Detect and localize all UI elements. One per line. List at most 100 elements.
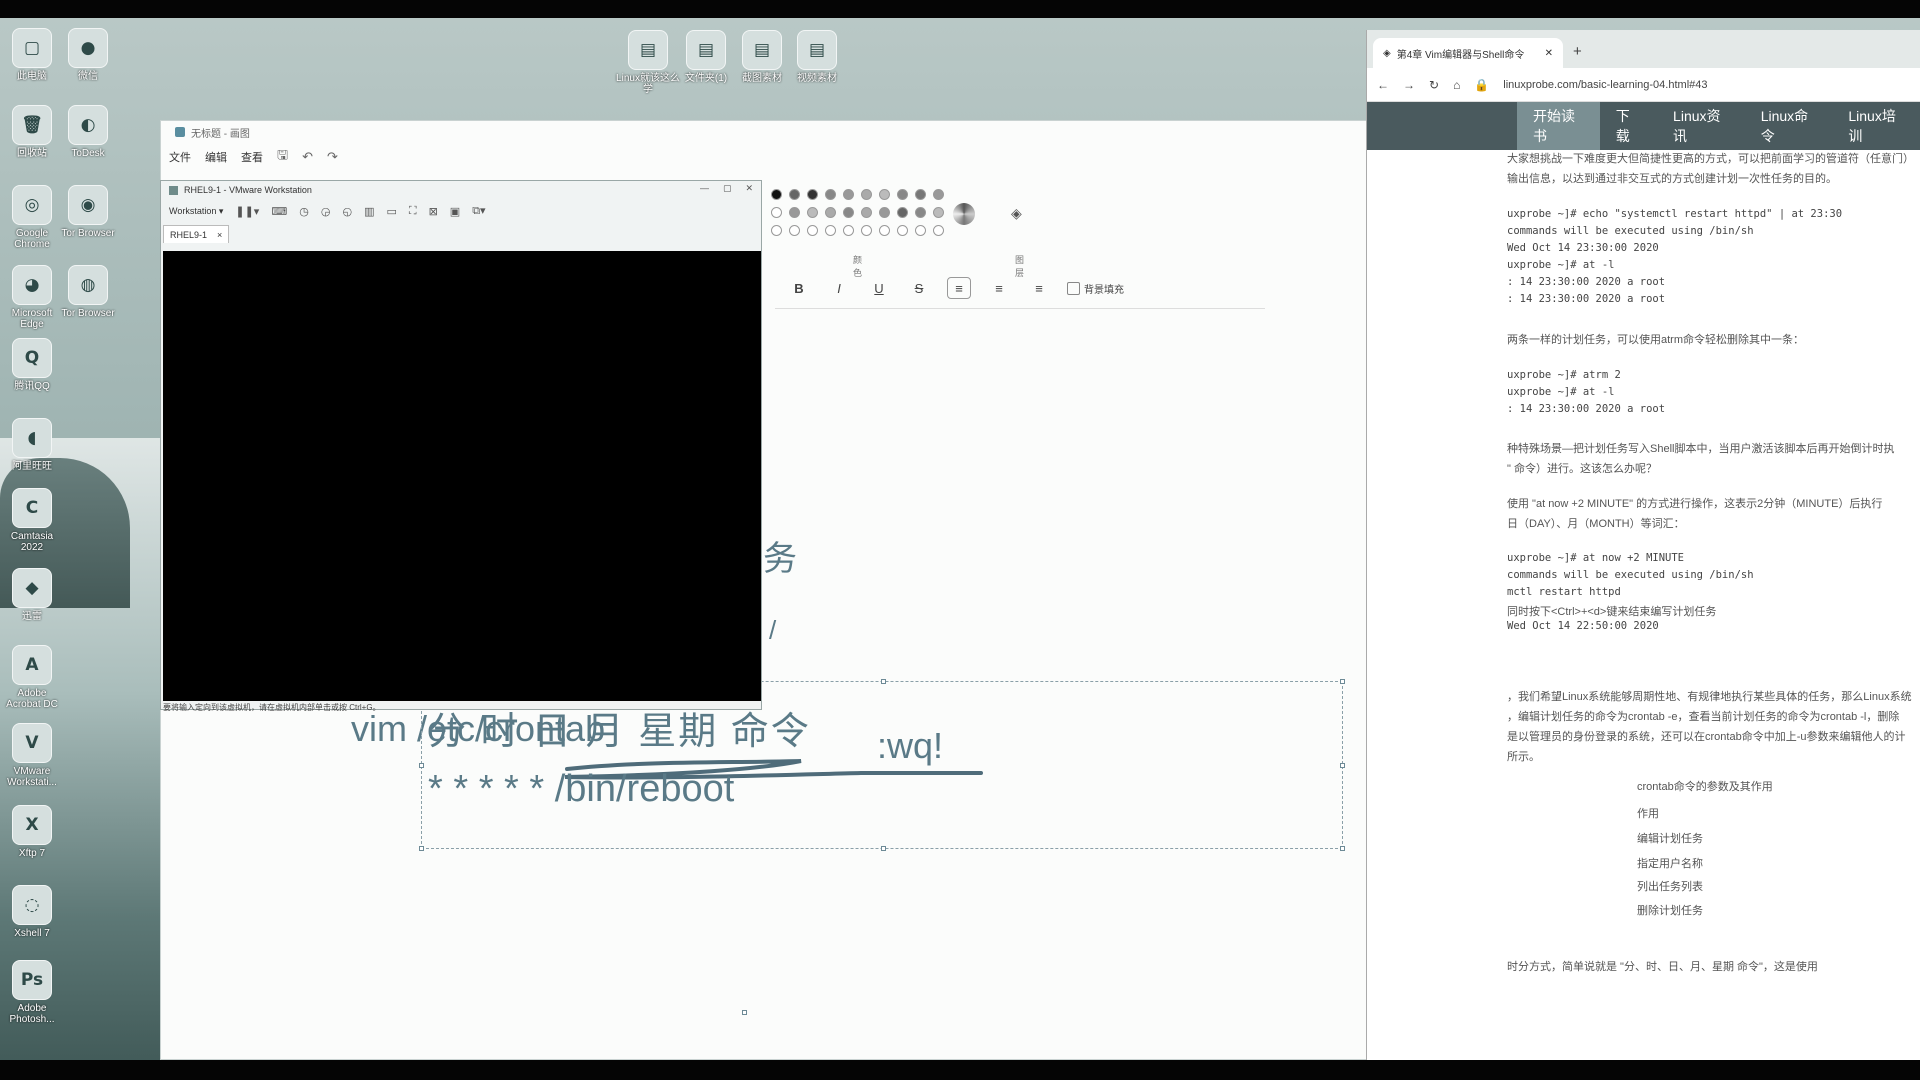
console-icon[interactable]: ▭	[386, 205, 396, 218]
palette-swatch[interactable]	[861, 225, 872, 236]
palette-swatch[interactable]	[879, 225, 890, 236]
unity-icon[interactable]: ⊠	[429, 205, 438, 218]
palette-swatch[interactable]	[897, 189, 908, 200]
desktop-icon[interactable]: ▤ 视频素材	[785, 30, 849, 84]
palette-swatch[interactable]	[933, 189, 944, 200]
resize-handle-br[interactable]	[1340, 846, 1345, 851]
url-field[interactable]: linuxprobe.com/basic-learning-04.html#43	[1503, 79, 1707, 91]
palette-swatch[interactable]	[789, 225, 800, 236]
bold-button[interactable]: B	[787, 277, 811, 299]
desktop-icon[interactable]: X Xftp 7	[0, 805, 64, 859]
desktop-icon[interactable]: ◕ Microsoft Edge	[0, 265, 64, 330]
browser-tab[interactable]: ◈ 第4章 Vim编辑器与Shell命令 ✕	[1373, 38, 1563, 68]
canvas-resize-handle[interactable]	[742, 1010, 747, 1015]
desktop-icon[interactable]: ◆ 迅雷	[0, 568, 64, 622]
desktop-icon[interactable]: ◎ Google Chrome	[0, 185, 64, 250]
desktop-icon[interactable]: ◉ Tor Browser	[56, 185, 120, 239]
bg-fill-checkbox[interactable]: 背景填充	[1067, 281, 1124, 296]
vm-display[interactable]	[163, 251, 761, 701]
underline-button[interactable]: U	[867, 277, 891, 299]
nav-linux-news[interactable]: Linux资讯	[1657, 102, 1745, 150]
close-icon[interactable]: ✕	[745, 183, 753, 194]
pause-icon[interactable]: ❚❚▾	[235, 205, 259, 218]
resize-handle-tr[interactable]	[1340, 679, 1345, 684]
palette-swatch[interactable]	[933, 225, 944, 236]
checkbox-box[interactable]	[1067, 281, 1080, 295]
resize-handle-t[interactable]	[881, 679, 886, 684]
restore-icon[interactable]: ◶	[321, 205, 331, 218]
sidebar-icon[interactable]: ▥	[364, 205, 374, 218]
palette-swatch[interactable]	[825, 225, 836, 236]
palette-swatch[interactable]	[771, 189, 782, 200]
palette-swatch[interactable]	[825, 189, 836, 200]
resize-handle-r[interactable]	[1340, 763, 1345, 768]
stretch-icon[interactable]: ⧉▾	[472, 204, 485, 218]
back-icon[interactable]: ←	[1377, 78, 1389, 92]
resize-handle-l[interactable]	[419, 763, 424, 768]
color-picker-icon[interactable]	[953, 203, 975, 225]
snapshot-icon[interactable]: ◷	[299, 205, 309, 218]
palette-swatch[interactable]	[915, 189, 926, 200]
palette-swatch[interactable]	[879, 189, 890, 200]
palette-swatch[interactable]	[789, 207, 800, 218]
desktop-icon[interactable]: C Camtasia 2022	[0, 488, 64, 553]
palette-swatch[interactable]	[915, 225, 926, 236]
palette-swatch[interactable]	[825, 207, 836, 218]
menu-edit[interactable]: 编辑	[205, 149, 227, 165]
palette-swatch[interactable]	[843, 189, 854, 200]
nav-download[interactable]: 下载	[1600, 102, 1657, 150]
desktop-icon[interactable]: A Adobe Acrobat DC	[0, 645, 64, 710]
new-tab-icon[interactable]: +	[1573, 43, 1582, 60]
terminal-icon[interactable]: ▣	[450, 205, 460, 218]
menu-file[interactable]: 文件	[169, 149, 191, 165]
desktop-icon[interactable]: Ps Adobe Photosh...	[0, 960, 64, 1025]
manage-snapshot-icon[interactable]: ◵	[342, 205, 352, 218]
forward-icon[interactable]: →	[1403, 78, 1415, 92]
desktop-icon[interactable]: ▢ 此电脑	[0, 28, 64, 82]
desktop-icon[interactable]: V VMware Workstati...	[0, 723, 64, 788]
desktop-icon[interactable]: ◍ Tor Browser	[56, 265, 120, 319]
layers-icon[interactable]: ◈	[1011, 205, 1022, 222]
reload-icon[interactable]: ↻	[1429, 78, 1439, 92]
palette-swatch[interactable]	[897, 225, 908, 236]
undo-icon[interactable]: ↶	[302, 149, 313, 165]
palette-swatch[interactable]	[789, 189, 800, 200]
resize-handle-bl[interactable]	[419, 846, 424, 851]
home-icon[interactable]: ⌂	[1453, 78, 1460, 92]
fullscreen-icon[interactable]: ⛶	[409, 205, 417, 218]
maximize-icon[interactable]: ▢	[723, 183, 732, 194]
resize-handle-b[interactable]	[881, 846, 886, 851]
desktop-icon[interactable]: 🗑 回收站	[0, 105, 64, 159]
palette-swatch[interactable]	[807, 207, 818, 218]
palette-swatch[interactable]	[807, 189, 818, 200]
close-icon[interactable]: ×	[217, 230, 222, 240]
desktop-icon[interactable]: ◐ ToDesk	[56, 105, 120, 159]
vmware-window[interactable]: RHEL9-1 - VMware Workstation — ▢ ✕ Works…	[160, 180, 762, 712]
palette-swatch[interactable]	[861, 189, 872, 200]
align-center-icon[interactable]: ≡	[987, 277, 1011, 299]
vm-tab-rhel[interactable]: RHEL9-1 ×	[163, 225, 230, 243]
save-icon[interactable]: 🖫	[277, 146, 288, 168]
palette-swatch[interactable]	[771, 225, 782, 236]
desktop-icon[interactable]: ◖ 阿里旺旺	[0, 418, 64, 472]
palette-swatch[interactable]	[843, 225, 854, 236]
palette-swatch[interactable]	[861, 207, 872, 218]
close-icon[interactable]: ✕	[1545, 48, 1553, 59]
align-left-icon[interactable]: ≡	[947, 277, 971, 299]
send-keys-icon[interactable]: ⌨	[271, 205, 287, 218]
palette-swatch[interactable]	[933, 207, 944, 218]
palette-swatch[interactable]	[897, 207, 908, 218]
align-right-icon[interactable]: ≡	[1027, 277, 1051, 299]
palette-swatch[interactable]	[915, 207, 926, 218]
minimize-icon[interactable]: —	[700, 183, 709, 194]
redo-icon[interactable]: ↷	[327, 149, 338, 165]
palette-swatch[interactable]	[771, 207, 782, 218]
nav-start-reading[interactable]: 开始读书	[1517, 102, 1600, 150]
browser-window[interactable]: ◈ 第4章 Vim编辑器与Shell命令 ✕ + ← → ↻ ⌂ 🔒 linux…	[1366, 30, 1920, 1060]
palette-swatch[interactable]	[879, 207, 890, 218]
desktop-icon[interactable]: ▤ Linux就该这么学	[616, 30, 680, 95]
italic-button[interactable]: I	[827, 277, 851, 299]
desktop-icon[interactable]: ● 微信	[56, 28, 120, 82]
desktop-icon[interactable]: ▤ 文件夹(1)	[674, 30, 738, 84]
nav-linux-training[interactable]: Linux培训	[1832, 102, 1920, 150]
